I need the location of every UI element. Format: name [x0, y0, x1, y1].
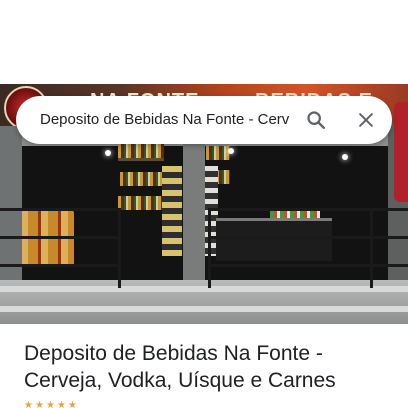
drinks-fridge	[162, 166, 182, 256]
handrail	[0, 264, 120, 267]
ceiling-lamp	[342, 154, 348, 160]
blank-header-area	[0, 0, 408, 84]
handrail	[208, 236, 408, 239]
star-icon: ★	[46, 401, 55, 408]
step-edge	[0, 286, 408, 292]
search-bar[interactable]: Deposito de Bebidas Na Fonte - Cerveja, …	[16, 96, 392, 144]
shelf	[118, 158, 164, 161]
handrail	[208, 208, 408, 211]
star-icon: ★	[35, 401, 44, 408]
rail-post	[208, 208, 211, 288]
rating-stars: ★ ★ ★ ★ ★	[24, 401, 77, 408]
pillar	[183, 144, 205, 294]
close-button[interactable]	[352, 106, 380, 134]
bottle-row	[120, 172, 162, 186]
star-icon: ★	[57, 401, 66, 408]
side-sign	[394, 102, 408, 202]
star-icon: ★	[24, 401, 33, 408]
ceiling-lamp	[105, 150, 111, 156]
ceiling-lamp	[228, 148, 234, 154]
search-input[interactable]: Deposito de Bebidas Na Fonte - Cerveja, …	[40, 110, 290, 130]
bottle-row	[206, 146, 230, 160]
bottle-row	[118, 196, 162, 210]
handrail	[0, 236, 120, 239]
search-button[interactable]	[302, 106, 330, 134]
step-edge	[0, 306, 408, 312]
close-icon[interactable]	[356, 110, 376, 130]
pillar	[0, 126, 22, 296]
rail-post	[370, 208, 373, 288]
bottle-row	[118, 144, 164, 158]
rail-post	[118, 208, 121, 288]
handrail	[208, 264, 408, 267]
star-icon: ★	[68, 401, 77, 408]
place-title: Deposito de Bebidas Na Fonte - Cerveja, …	[24, 342, 336, 392]
store-counter	[216, 218, 332, 261]
handrail	[0, 208, 120, 211]
search-icon[interactable]	[305, 109, 327, 131]
